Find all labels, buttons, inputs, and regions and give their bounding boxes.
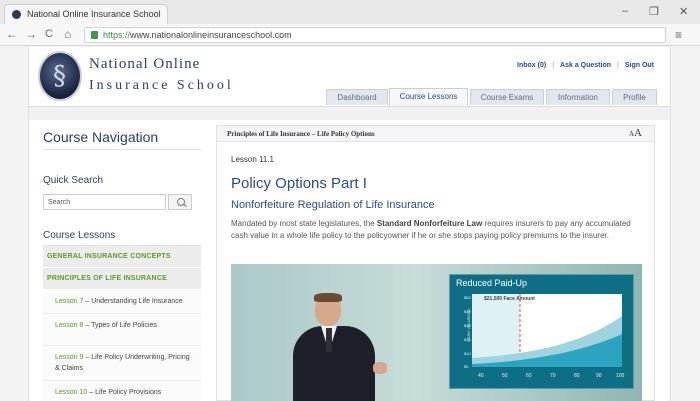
page-title: Policy Options Part I [231,175,367,192]
lesson-paragraph: Mandated by most state legislatures, the… [231,219,631,240]
menu-icon[interactable]: ≡ [675,28,682,42]
nav-band [29,106,670,120]
lesson-content: Principles of Life Insurance – Life Poli… [216,125,655,401]
graphic-title: Reduced Paid-Up [456,278,528,288]
graphic-note: $21,500 Face Amount [484,296,535,302]
presenter-image [293,293,389,401]
lesson-item[interactable]: Lesson 8 – Types of Life Policies [43,314,201,346]
reload-icon[interactable]: C [45,28,53,40]
lesson-item[interactable]: Lesson 7 – Understanding Life Insurance [43,290,201,314]
tab-course-lessons[interactable]: Course Lessons [389,88,468,106]
tab-profile[interactable]: Profile [612,89,657,105]
lesson-item[interactable]: Lesson 9 – Life Policy Underwriting, Pri… [43,346,201,381]
x-tick: 50 [502,373,508,379]
sign-out-link[interactable]: Sign Out [625,62,654,69]
tab-information[interactable]: Information [546,89,610,105]
x-tick: 80 [574,373,580,379]
tab-title: National Online Insurance School [27,9,161,19]
back-icon[interactable]: ← [6,27,18,41]
header-links: Inbox (0) | Ask a Question | Sign Out [517,62,654,69]
x-tick: 90 [596,373,602,379]
restore-icon[interactable]: ❐ [649,5,659,18]
seahorse-logo-icon[interactable]: § [38,51,82,101]
search-button[interactable] [168,194,192,210]
lesson-video[interactable]: Reduced Paid-Up CASH VALUE/000 $50 $40 $… [231,264,642,401]
breadcrumb: Principles of Life Insurance – Life Poli… [227,130,375,138]
forward-icon[interactable]: → [25,27,37,41]
font-size-toggle[interactable]: AA [629,127,642,139]
tab-dashboard[interactable]: Dashboard [326,89,388,105]
y-tick: $10 [464,351,471,356]
search-input[interactable]: Search [43,194,166,210]
y-tick: $30 [464,323,471,328]
tab-course-exams[interactable]: Course Exams [470,89,544,105]
url-field[interactable]: https://www.nationalonlineinsuranceschoo… [84,27,666,43]
x-tick: 70 [550,373,556,379]
quick-search: Search [43,194,201,210]
y-tick: $0 [464,364,469,369]
ask-question-link[interactable]: Ask a Question [560,62,611,69]
site-container: § National Online Insurance School Inbox… [28,47,671,401]
curve-graphic [472,294,622,367]
url-scheme: https:// [103,30,131,40]
course-lessons-heading: Course Lessons [43,230,201,246]
category-principles-life[interactable]: PRINCIPLES OF LIFE INSURANCE [43,268,201,290]
category-general-insurance[interactable]: GENERAL INSURANCE CONCEPTS [43,246,201,268]
sidebar-title: Course Navigation [43,129,201,150]
graphic-plot: $21,500 Face Amount [472,294,622,367]
close-icon[interactable]: ✕ [679,5,688,18]
section-title: Nonforfeiture Regulation of Life Insuran… [231,199,435,211]
reduced-paid-up-graphic: Reduced Paid-Up CASH VALUE/000 $50 $40 $… [449,274,634,389]
page-viewport: § National Online Insurance School Inbox… [0,47,700,401]
address-bar: ← → C ⌂ https://www.nationalonlineinsura… [0,24,700,46]
y-tick: $40 [464,309,471,314]
inbox-link[interactable]: Inbox (0) [517,62,546,69]
favicon-icon [12,10,21,19]
x-tick: 40 [478,373,484,379]
quick-search-label: Quick Search [43,175,104,186]
course-navigation: Course Navigation Quick Search Search Co… [43,129,201,401]
y-tick: $20 [464,337,471,342]
lesson-item[interactable]: Lesson 10 – Life Policy Provisions [43,381,201,401]
browser-tab[interactable]: National Online Insurance School [4,4,168,24]
url-host: www.nationalonlineinsuranceschool.com [130,30,292,40]
lesson-number: Lesson 11.1 [231,155,274,164]
x-tick: 100 [616,373,625,379]
lock-icon [91,31,98,39]
content-header: Principles of Life Insurance – Life Poli… [217,126,654,142]
minimize-icon[interactable]: – [622,5,628,17]
y-tick: $50 [464,295,471,300]
home-icon[interactable]: ⌂ [64,27,71,41]
font-large-button[interactable]: A [634,127,642,139]
browser-window: National Online Insurance School – ❐ ✕ ←… [0,0,700,401]
brand-subname: Insurance School [89,78,234,93]
tab-bar: National Online Insurance School – ❐ ✕ [0,0,700,24]
brand-name: National Online [89,56,201,72]
x-tick: 60 [526,373,532,379]
